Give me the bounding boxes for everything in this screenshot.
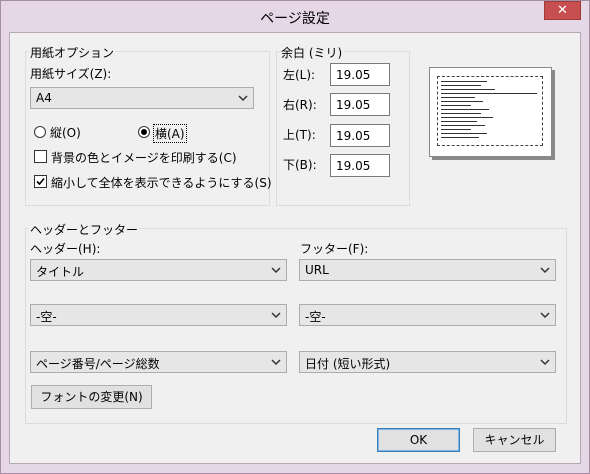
preview-text-line: [441, 129, 471, 130]
margin-top-input[interactable]: 19.05: [330, 124, 390, 147]
preview-text-line: [441, 85, 481, 86]
preview-text-line: [441, 93, 537, 94]
page-preview: [429, 67, 552, 157]
margin-right-label: 右(R):: [283, 98, 317, 112]
preview-text-line: [441, 133, 487, 134]
preview-text-line: [441, 117, 493, 118]
preview-text-line: [441, 125, 485, 126]
shrink-to-fit-checkbox[interactable]: [34, 175, 47, 188]
preview-text-line: [441, 81, 487, 82]
margin-bottom-input[interactable]: 19.05: [330, 154, 390, 177]
header-select-3[interactable]: ページ番号/ページ総数: [30, 351, 287, 373]
print-background-checkbox[interactable]: [34, 150, 47, 163]
footer-select-1-value: URL: [305, 263, 329, 277]
footer-select-1[interactable]: URL: [299, 259, 556, 281]
preview-margin-outline: [437, 76, 543, 146]
print-background-label[interactable]: 背景の色とイメージを印刷する(C): [51, 149, 237, 166]
checkmark-icon: [36, 177, 45, 186]
preview-text-line: [441, 89, 495, 90]
page-setup-dialog: ページ設定 ✕ 用紙オプション 用紙サイズ(Z): A4 縦(O) 横(A) 背…: [0, 0, 590, 474]
margin-bottom-label: 下(B):: [283, 158, 317, 172]
close-icon: ✕: [557, 3, 568, 18]
dialog-body: 用紙オプション 用紙サイズ(Z): A4 縦(O) 横(A) 背景の色とイメージ…: [9, 32, 581, 464]
orientation-portrait-label[interactable]: 縦(O): [50, 124, 81, 141]
header-select-2[interactable]: -空-: [30, 304, 287, 326]
header-footer-label: ヘッダーとフッター: [29, 221, 140, 238]
margin-top-value: 19.05: [336, 129, 371, 143]
chevron-down-icon: [271, 267, 281, 274]
paper-size-value: A4: [36, 91, 52, 105]
header-select-3-value: ページ番号/ページ総数: [36, 357, 160, 371]
chevron-down-icon: [271, 312, 281, 319]
chevron-down-icon: [540, 267, 550, 274]
chevron-down-icon: [540, 312, 550, 319]
orientation-landscape-label[interactable]: 横(A): [153, 124, 187, 143]
margin-left-value: 19.05: [336, 68, 371, 82]
paper-size-select[interactable]: A4: [30, 87, 254, 109]
header-label: ヘッダー(H):: [30, 242, 101, 256]
margin-bottom-value: 19.05: [336, 159, 371, 173]
margin-left-input[interactable]: 19.05: [330, 63, 390, 86]
chevron-down-icon: [540, 359, 550, 366]
preview-text-line: [441, 113, 481, 114]
footer-select-2-value: -空-: [305, 310, 326, 324]
preview-text-line: [441, 97, 475, 98]
cancel-button[interactable]: キャンセル: [473, 428, 556, 452]
header-select-1-value: タイトル: [36, 265, 85, 279]
preview-text-line: [441, 137, 479, 138]
footer-label: フッター(F):: [300, 242, 369, 256]
footer-select-2[interactable]: -空-: [299, 304, 556, 326]
orientation-portrait-radio[interactable]: [34, 126, 46, 138]
footer-select-3-value: 日付 (短い形式): [305, 357, 391, 371]
paper-options-label: 用紙オプション: [29, 44, 116, 61]
margin-right-value: 19.05: [336, 98, 371, 112]
close-button[interactable]: ✕: [544, 1, 581, 20]
footer-select-3[interactable]: 日付 (短い形式): [299, 351, 556, 373]
ok-button[interactable]: OK: [377, 428, 460, 452]
header-select-2-value: -空-: [36, 310, 57, 324]
preview-text-line: [441, 105, 471, 106]
margin-right-input[interactable]: 19.05: [330, 93, 390, 116]
chevron-down-icon: [238, 95, 248, 102]
change-font-button[interactable]: フォントの変更(N): [31, 385, 152, 409]
preview-text-line: [441, 121, 477, 122]
preview-text-line: [441, 109, 489, 110]
dialog-title: ページ設定: [260, 11, 330, 27]
radio-selected-dot: [141, 129, 147, 135]
paper-size-label: 用紙サイズ(Z):: [30, 67, 112, 81]
margin-top-label: 上(T):: [283, 128, 316, 142]
shrink-to-fit-label[interactable]: 縮小して全体を表示できるようにする(S): [51, 174, 272, 191]
margin-left-label: 左(L):: [283, 68, 316, 82]
title-bar[interactable]: ページ設定 ✕: [1, 1, 589, 33]
preview-text-line: [441, 101, 483, 102]
header-select-1[interactable]: タイトル: [30, 259, 287, 281]
chevron-down-icon: [271, 359, 281, 366]
orientation-landscape-radio[interactable]: [138, 126, 150, 138]
margins-label: 余白 (ミリ): [280, 44, 344, 61]
